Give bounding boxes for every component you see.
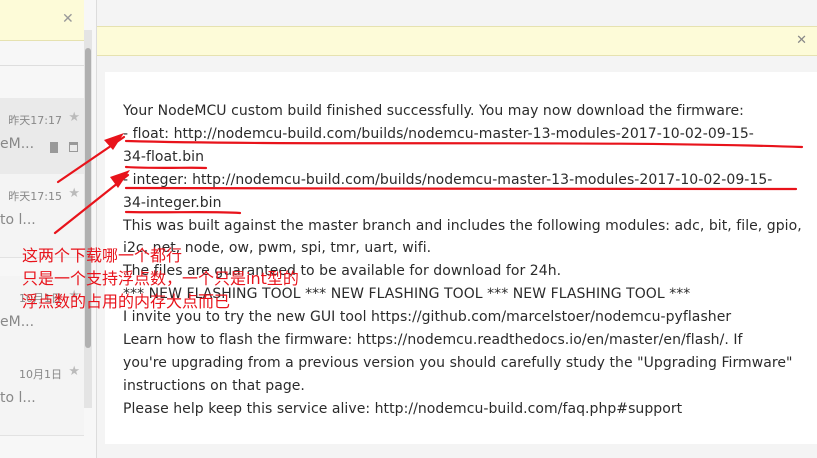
mail-date: 10月1日 [19,368,62,381]
mail-snippet: eM... [0,314,35,330]
flash-instructions: you're upgrading from a previous version… [123,354,793,371]
annotation-note: 这两个下载哪一个都行 只是一个支持浮点数，一个只是int型的 浮点数的占用的内存… [22,244,299,313]
mail-snippet: eM... [0,136,35,152]
mail-snippet: to l... [0,390,36,406]
star-icon[interactable]: ★ [68,186,80,201]
notice-bar: ✕ [97,26,817,56]
annotation-line: 这两个下载哪一个都行 [22,246,183,265]
annotation-line: 只是一个支持浮点数，一个只是int型的 [22,269,299,288]
flash-instructions[interactable]: Learn how to flash the firmware: https:/… [123,329,803,352]
float-link-line[interactable]: 34-float.bin [123,146,803,169]
integer-link-line[interactable]: - integer: http://nodemcu-build.com/buil… [123,169,803,192]
divider [0,65,84,66]
integer-link-line[interactable]: 34-integer.bin [123,192,803,215]
annotation-line: 浮点数的占用的内存大点而已 [22,292,231,311]
mail-list-pane: ✕ 昨天17:17 ★ eM... 昨天17:15 ★ to l... 10月1… [0,0,97,458]
trash-icon[interactable] [69,142,78,152]
notice-bar: ✕ [0,0,84,41]
close-icon[interactable]: ✕ [796,33,807,48]
mail-date: 昨天17:15 [8,190,62,203]
star-icon[interactable]: ★ [68,364,80,379]
mail-list-item[interactable]: 昨天17:17 ★ eM... [0,98,84,182]
float-link-line[interactable]: - float: http://nodemcu-build.com/builds… [123,123,803,146]
mail-snippet: to l... [0,212,36,228]
flag-icon[interactable] [50,142,58,153]
modules-text: This was built against the master branch… [123,217,802,234]
mail-date: 昨天17:17 [8,114,62,127]
close-icon[interactable]: ✕ [62,12,74,26]
support-text[interactable]: Please help keep this service alive: htt… [123,398,803,421]
reading-pane: ✕ Your NodeMCU custom build finished suc… [97,0,817,458]
star-icon[interactable]: ★ [68,110,80,125]
flash-instructions: instructions on that page. [123,377,305,394]
message-intro: Your NodeMCU custom build finished succe… [123,103,744,119]
mail-list-item[interactable]: 10月1日 ★ to l... [0,352,84,436]
